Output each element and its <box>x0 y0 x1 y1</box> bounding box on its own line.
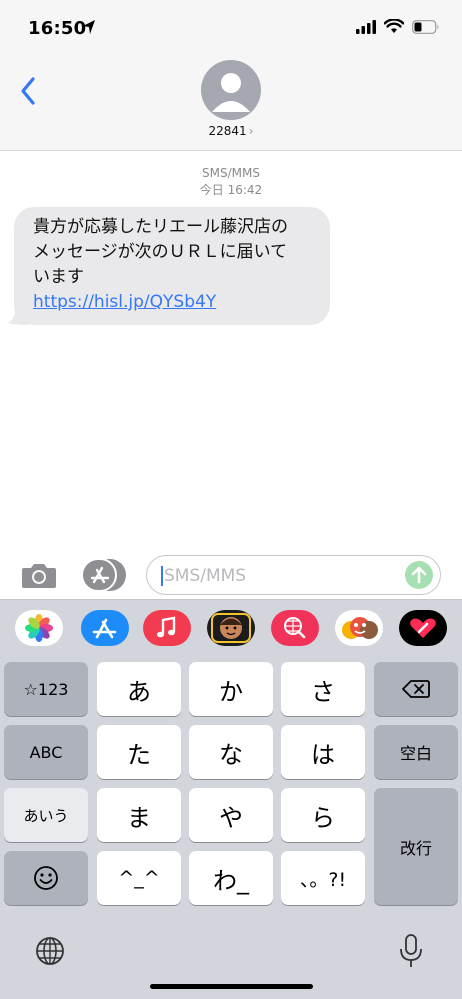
conversation-header: 22841 › <box>0 56 462 151</box>
message-link[interactable]: https://hisl.jp/QYSb4Y <box>33 290 318 315</box>
message-line: います <box>33 267 84 287</box>
app-store-app-icon[interactable] <box>81 610 129 646</box>
heart-hand-icon <box>410 618 436 638</box>
emoji-faces-icon <box>342 617 378 639</box>
memoji-app-icon[interactable] <box>207 610 255 646</box>
key-abc-mode[interactable]: ABC <box>4 725 88 779</box>
emoji-key[interactable] <box>4 851 88 905</box>
memoji-face-icon <box>211 613 251 643</box>
message-input[interactable]: SMS/MMS <box>146 555 441 595</box>
images-search-app-icon[interactable] <box>271 610 319 646</box>
globe-search-icon <box>284 617 306 639</box>
camera-icon[interactable] <box>21 561 57 589</box>
digital-touch-app-icon[interactable] <box>399 610 447 646</box>
person-silhouette-icon <box>212 73 250 112</box>
photos-flower-icon <box>25 614 53 642</box>
status-icons <box>356 19 440 34</box>
home-indicator[interactable] <box>150 984 313 989</box>
globe-icon[interactable] <box>34 935 66 967</box>
message-input-placeholder: SMS/MMS <box>164 566 247 586</box>
music-note-icon <box>157 616 176 638</box>
contact-avatar[interactable] <box>201 60 261 120</box>
key-kana-mode[interactable]: あいう <box>4 788 88 842</box>
app-drawer <box>0 599 462 657</box>
arrow-up-icon <box>411 566 427 584</box>
battery-icon <box>412 19 439 34</box>
japanese-kana-keyboard: ☆123 あ か さ ABC た な は 空白 あいう ま や ら 改行 ^_^… <box>0 657 462 999</box>
music-app-icon[interactable] <box>143 610 191 646</box>
photos-app-icon[interactable] <box>15 610 63 646</box>
delete-key[interactable] <box>374 662 458 716</box>
contact-name[interactable]: 22841 › <box>0 124 462 138</box>
key-ma[interactable]: ま <box>97 788 181 842</box>
back-chevron-icon[interactable] <box>16 74 42 108</box>
location-arrow-icon <box>83 20 95 34</box>
app-store-icon[interactable] <box>80 558 128 592</box>
cellular-signal-icon <box>356 19 376 34</box>
key-emoticon[interactable]: ^_^ <box>97 851 181 905</box>
message-line: メッセージが次のＵＲＬに届いて <box>33 242 288 262</box>
key-ra[interactable]: ら <box>281 788 365 842</box>
message-type-label: SMS/MMS <box>202 166 260 180</box>
status-bar: 16:50 <box>0 0 462 56</box>
key-ya[interactable]: や <box>189 788 273 842</box>
key-sa[interactable]: さ <box>281 662 365 716</box>
contact-number: 22841 <box>208 124 247 138</box>
backspace-icon <box>402 680 430 698</box>
key-punctuation[interactable]: 、。?! <box>281 851 365 905</box>
chevron-right-icon: › <box>248 124 254 138</box>
message-line: 貴方が応募したリエール藤沢店の <box>33 217 288 237</box>
message-bubble: 貴方が応募したリエール藤沢店の メッセージが次のＵＲＬに届いて います http… <box>14 207 330 325</box>
smiley-face-icon <box>34 866 58 890</box>
incoming-message[interactable]: 貴方が応募したリエール藤沢店の メッセージが次のＵＲＬに届いて います http… <box>8 207 330 325</box>
space-key[interactable]: 空白 <box>374 725 458 779</box>
key-wa[interactable]: わ_ <box>189 851 273 905</box>
key-na[interactable]: な <box>189 725 273 779</box>
microphone-icon[interactable] <box>399 933 423 969</box>
message-timestamp: 今日 16:42 <box>199 183 263 197</box>
key-numbers-mode[interactable]: ☆123 <box>4 662 88 716</box>
key-a[interactable]: あ <box>97 662 181 716</box>
text-caret <box>161 566 163 586</box>
send-button[interactable] <box>405 561 433 589</box>
key-ha[interactable]: は <box>281 725 365 779</box>
key-ka[interactable]: か <box>189 662 273 716</box>
key-ta[interactable]: た <box>97 725 181 779</box>
app-store-a-icon <box>92 618 117 639</box>
wifi-icon <box>384 19 404 33</box>
compose-bar: SMS/MMS <box>0 553 462 599</box>
animoji-stickers-app-icon[interactable] <box>335 610 383 646</box>
status-time: 16:50 <box>28 18 87 39</box>
return-key[interactable]: 改行 <box>374 788 458 905</box>
